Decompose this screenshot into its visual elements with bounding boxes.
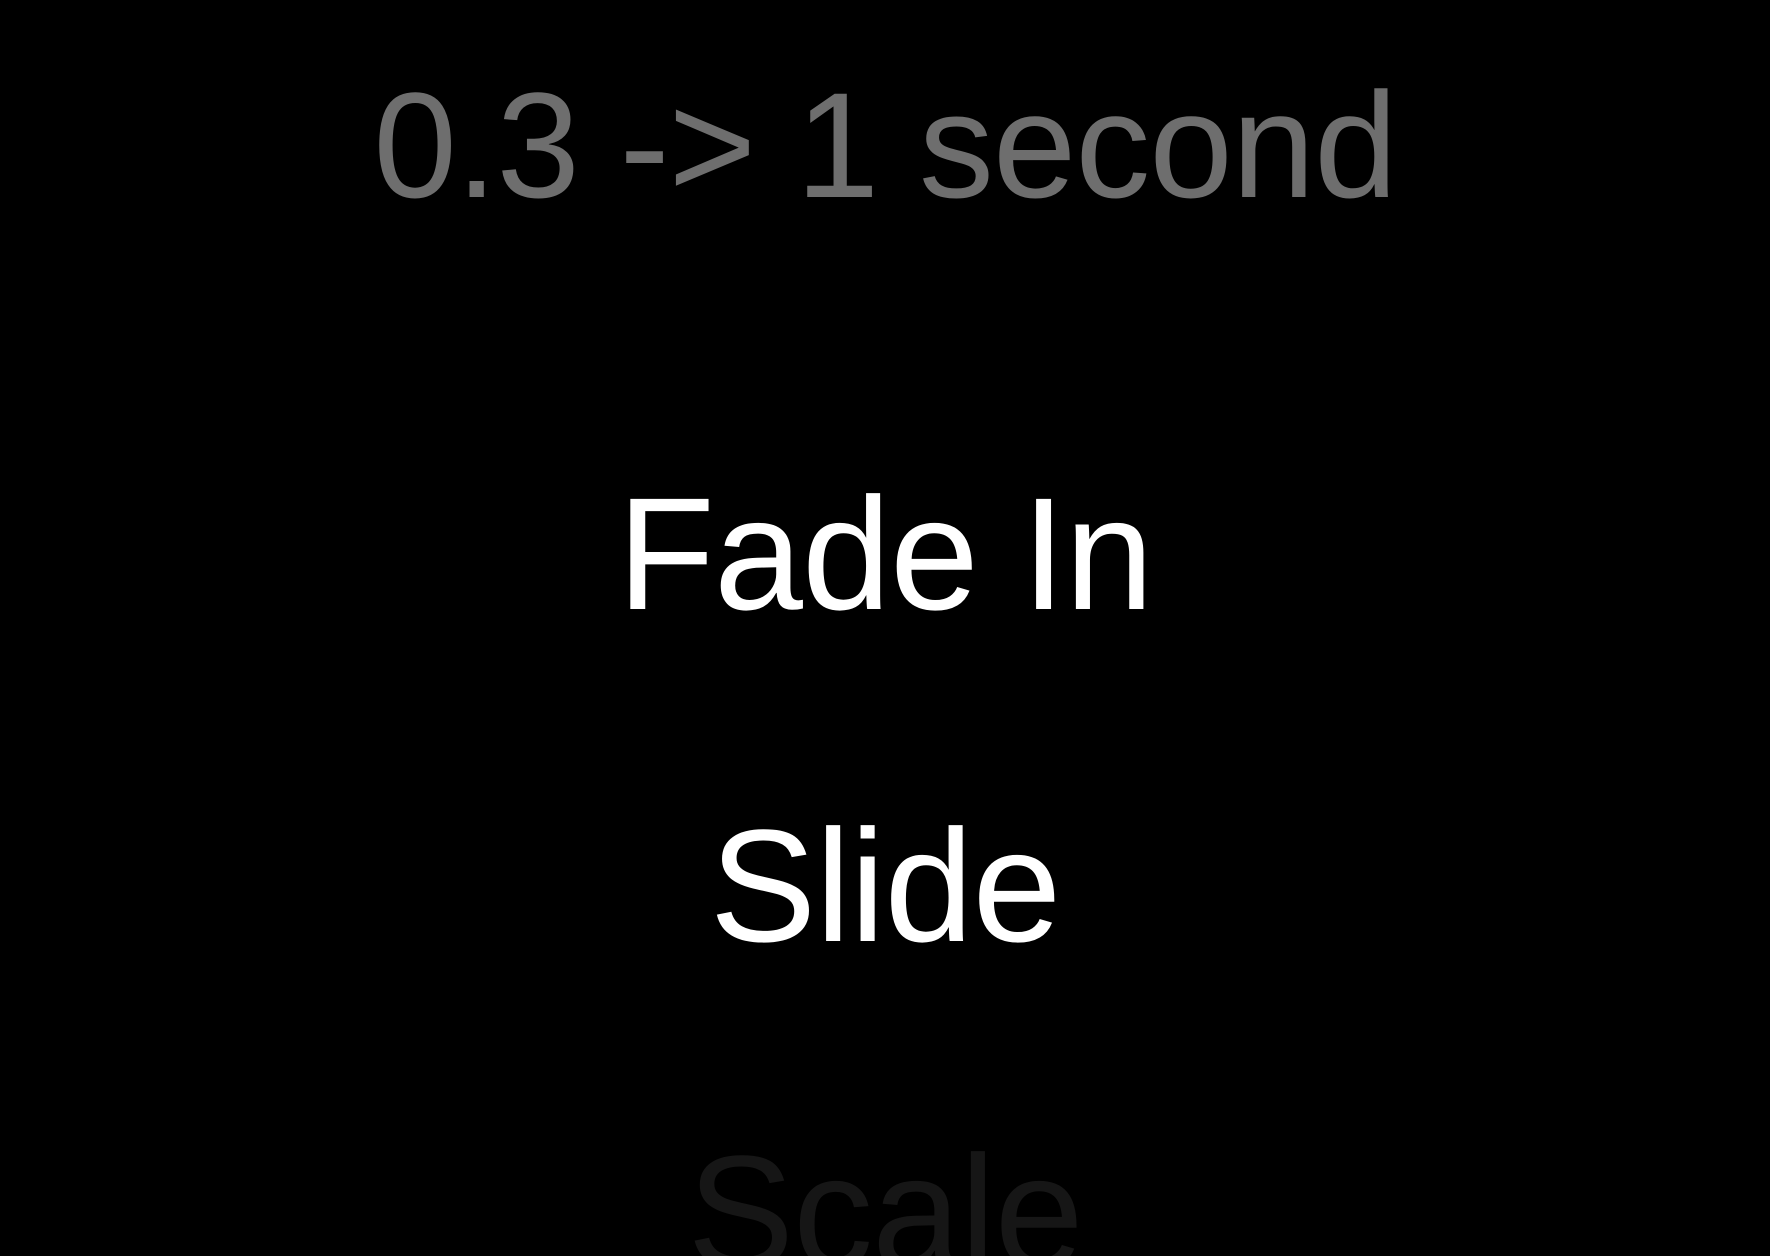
duration-label: 0.3 -> 1 second: [373, 61, 1397, 229]
app-screen: 0.3 -> 1 second Fade In Slide Scale: [0, 0, 1770, 1256]
list-item-slide[interactable]: Slide: [0, 806, 1770, 966]
list-item-scale[interactable]: Scale: [0, 1132, 1770, 1256]
list-item-fade-in[interactable]: Fade In: [0, 474, 1770, 634]
